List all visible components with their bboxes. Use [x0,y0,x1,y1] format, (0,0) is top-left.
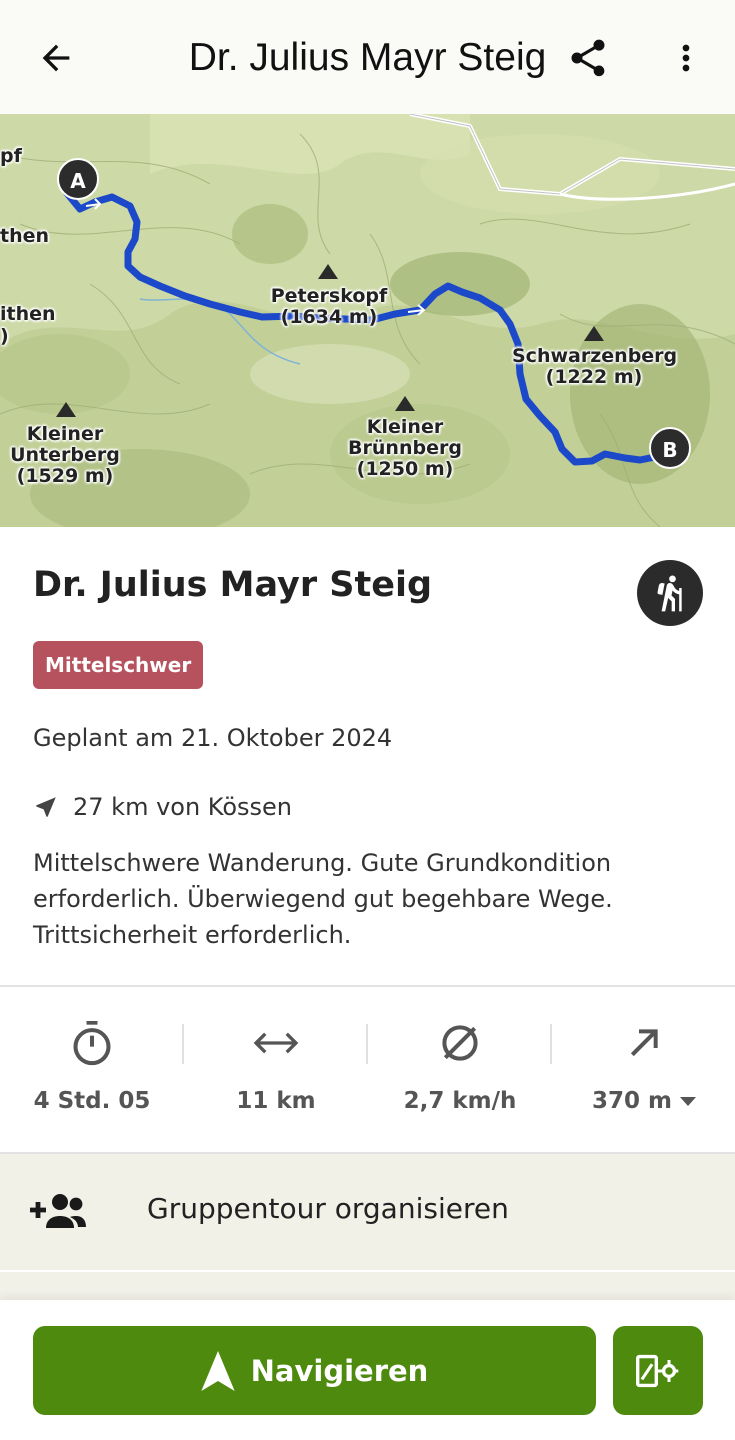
map-label-kleiner-brunnberg: Kleiner Brünnberg (1250 m) [348,416,462,480]
ascent-arrow-icon [630,1029,658,1057]
navigate-label: Navigieren [250,1353,429,1388]
route-settings-icon [636,1354,679,1387]
dropdown-arrow-icon [680,1097,696,1106]
planned-date: Geplant am 21. Oktober 2024 [33,724,393,752]
group-tour-row[interactable]: Gruppentour organisieren [0,1154,735,1270]
route-start-marker[interactable]: A [57,158,99,200]
share-button[interactable] [560,32,616,84]
group-add-icon [30,1194,86,1228]
map-label-schwarzenberg: Schwarzenberg (1222 m) [512,345,678,388]
map-label-peterskopf: Peterskopf (1634 m) [270,285,388,328]
list-continuation [0,1272,735,1302]
peak-marker-kleiner-brunnberg [395,396,415,411]
difficulty-badge: Mittelschwer [33,641,204,689]
route-end-marker[interactable]: B [649,427,691,469]
distance-from-text: 27 km von Kössen [73,793,293,821]
map-label-kleiner-unterberg: Kleiner Unterberg (1529 m) [10,423,120,487]
route-settings-button[interactable] [613,1326,703,1415]
stat-distance: 11 km [184,1018,368,1114]
map-label-edge-2: then [0,225,50,247]
location-arrow-icon [36,797,56,817]
map-label-edge-1: pf [0,145,22,167]
tour-description: Mittelschwere Wanderung. Gute Grundkondi… [33,849,613,949]
stat-duration: 4 Std. 05 [0,1018,184,1114]
tour-details: Dr. Julius Mayr Steig Mittelschwer Gepla… [0,527,735,985]
horizontal-arrows-icon [253,1032,299,1054]
stat-ascent[interactable]: 370 m [552,1018,735,1114]
peak-marker-kleiner-unterberg [56,402,76,417]
map-label-edge-4: ) [0,325,9,347]
tour-title: Dr. Julius Mayr Steig [33,565,433,605]
navigate-button[interactable]: Navigieren [33,1326,596,1415]
average-speed-icon [442,1025,478,1061]
stat-ascent-value: 370 m [552,1088,735,1114]
stat-speed: 2,7 km/h [368,1018,552,1114]
more-options-button[interactable] [662,32,710,84]
group-tour-label: Gruppentour organisieren [147,1192,509,1225]
route-map[interactable]: Peterskopf (1634 m) Schwarzenberg (1222 … [0,114,735,527]
app-bar: Dr. Julius Mayr Steig [0,0,735,114]
divider [0,985,735,987]
bottom-bar: Navigieren [0,1300,735,1440]
stat-duration-value: 4 Std. 05 [33,1088,151,1114]
stat-speed-value: 2,7 km/h [403,1088,517,1114]
back-button[interactable] [30,32,82,84]
stat-distance-value: 11 km [236,1088,316,1114]
peak-marker-peterskopf [318,264,338,279]
peak-marker-schwarzenberg [584,326,604,341]
share-icon [571,39,605,77]
activity-badge [637,560,703,626]
page-title: Dr. Julius Mayr Steig [188,36,547,79]
stats-row: 4 Std. 05 11 km 2,7 km/h 370 m [0,988,735,1152]
stopwatch-icon [73,1021,111,1066]
arrow-left-icon [42,44,70,72]
hiking-icon [657,575,682,612]
distance-from: 27 km von Kössen [33,793,292,821]
navigation-arrow-icon [200,1350,235,1391]
more-vert-icon [682,44,690,72]
map-label-edge-3: ithen [0,303,56,325]
